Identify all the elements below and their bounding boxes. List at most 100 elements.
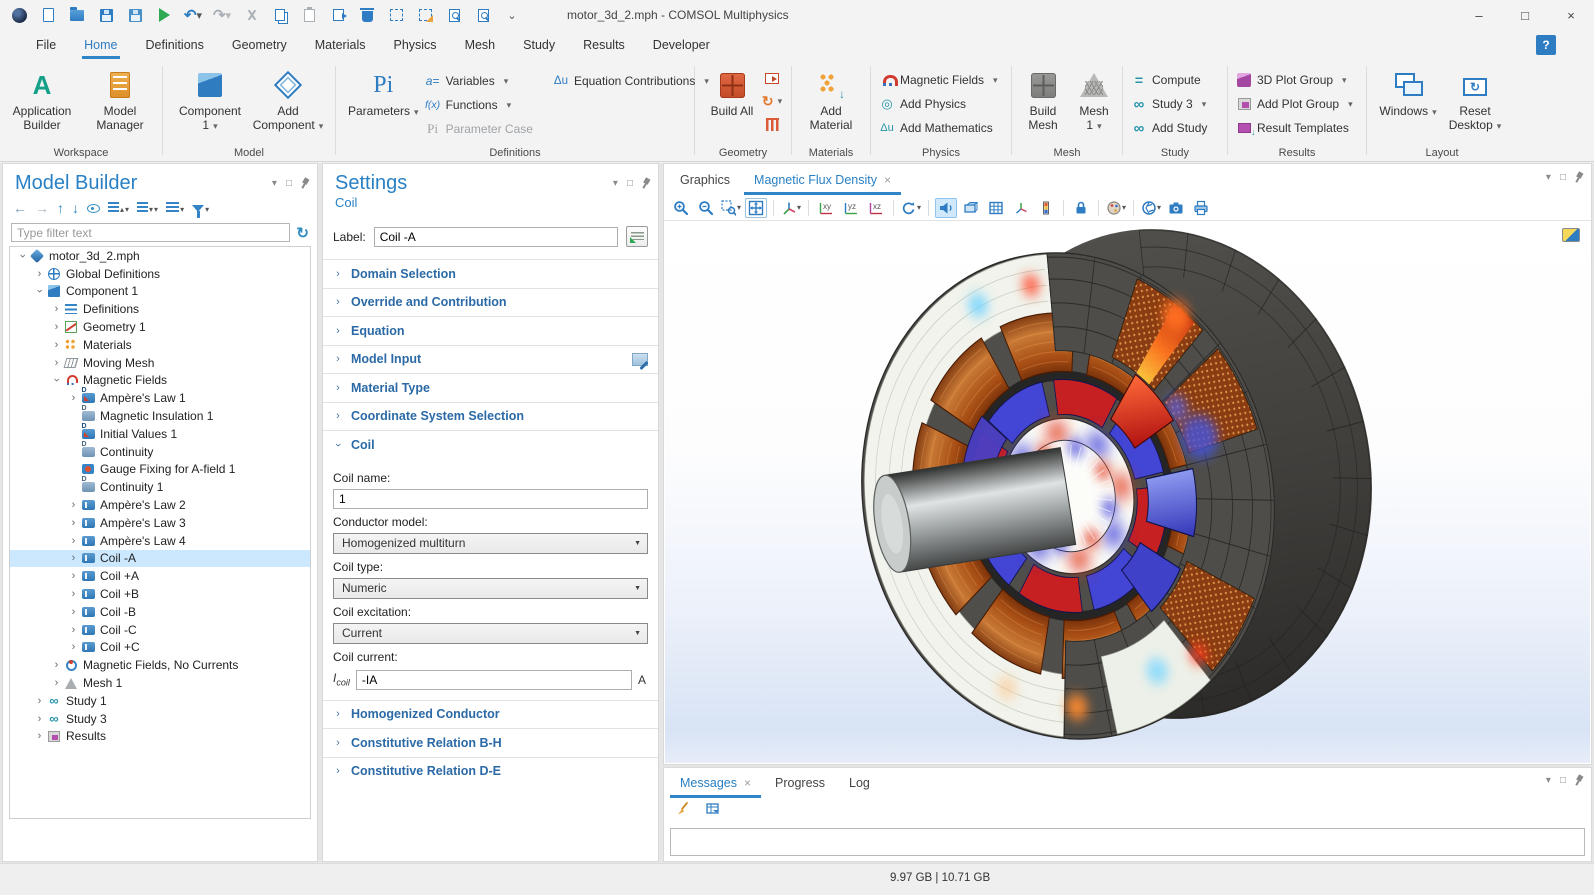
section-override-contribution[interactable]: ›Override and Contribution bbox=[323, 288, 658, 317]
delete-icon[interactable] bbox=[356, 4, 378, 26]
chevron-icon[interactable]: › bbox=[17, 249, 29, 262]
tree-item-coil-plus-b[interactable]: ›Coil +B bbox=[10, 585, 310, 603]
plot-thumbnail-icon[interactable] bbox=[1562, 228, 1580, 242]
model-manager-button[interactable]: Model Manager bbox=[82, 64, 158, 144]
filter-icon[interactable]: ▾ bbox=[192, 200, 209, 217]
tree-item-geometry-1[interactable]: ›Geometry 1 bbox=[10, 318, 310, 336]
label-input[interactable] bbox=[374, 227, 618, 247]
save-search-icon[interactable] bbox=[124, 4, 146, 26]
tree-item-amperes-law-1[interactable]: ›Ampère's Law 1 bbox=[10, 389, 310, 407]
parameters-button[interactable]: Pi Parameters bbox=[348, 64, 419, 144]
snapshot-icon[interactable] bbox=[1165, 198, 1187, 218]
box-select-icon[interactable] bbox=[385, 4, 407, 26]
coil-name-input[interactable] bbox=[333, 489, 648, 509]
tree-item-component-1[interactable]: ›Component 1 bbox=[10, 283, 310, 301]
add-material-button[interactable]: Add Material bbox=[798, 64, 864, 144]
3d-plot-group-button[interactable]: 3D Plot Group bbox=[1232, 70, 1362, 90]
chevron-icon[interactable]: › bbox=[50, 357, 63, 369]
conductor-model-select[interactable]: Homogenized multiturn bbox=[333, 533, 648, 554]
minimize-button[interactable]: – bbox=[1456, 0, 1502, 30]
tree-item-continuity[interactable]: Continuity bbox=[10, 443, 310, 461]
float-panel-icon[interactable]: □ bbox=[627, 178, 633, 189]
result-templates-button[interactable]: Result Templates bbox=[1232, 118, 1362, 138]
chevron-icon[interactable]: › bbox=[33, 695, 46, 707]
messages-output[interactable] bbox=[670, 828, 1585, 856]
add-physics-button[interactable]: ◎ Add Physics bbox=[875, 94, 1007, 114]
chevron-icon[interactable]: › bbox=[67, 570, 80, 582]
chevron-icon[interactable]: › bbox=[67, 535, 80, 547]
menu-tab-geometry[interactable]: Geometry bbox=[218, 30, 301, 60]
application-builder-button[interactable]: A Application Builder bbox=[4, 64, 80, 144]
tree-item-results[interactable]: ›Results bbox=[10, 728, 310, 746]
float-panel-icon[interactable]: □ bbox=[1560, 172, 1566, 183]
tree-item-coil-minus-a[interactable]: ›Coil -A bbox=[10, 550, 310, 568]
section-constitutive-bh[interactable]: ›Constitutive Relation B-H bbox=[323, 728, 658, 757]
parameter-case-button[interactable]: Pi Parameter Case bbox=[421, 119, 537, 139]
menu-tab-mesh[interactable]: Mesh bbox=[451, 30, 510, 60]
section-domain-selection[interactable]: ›Domain Selection bbox=[323, 259, 658, 288]
tree-item-gauge-fixing[interactable]: Gauge Fixing for A-field 1 bbox=[10, 461, 310, 479]
section-homogenized-conductor[interactable]: ›Homogenized Conductor bbox=[323, 700, 658, 729]
panel-menu-icon[interactable]: ▾ bbox=[272, 178, 277, 189]
clear-messages-icon[interactable] bbox=[672, 799, 694, 819]
lock-axes-icon[interactable] bbox=[1070, 198, 1092, 218]
partition-icon[interactable] bbox=[762, 114, 782, 134]
functions-button[interactable]: f(x) Functions bbox=[421, 95, 537, 115]
panel-menu-icon[interactable]: ▾ bbox=[1546, 172, 1551, 183]
menu-tab-file[interactable]: File bbox=[22, 30, 70, 60]
chevron-icon[interactable]: › bbox=[67, 641, 80, 653]
save-icon[interactable] bbox=[95, 4, 117, 26]
build-mesh-button[interactable]: Build Mesh bbox=[1017, 64, 1069, 144]
chevron-icon[interactable]: › bbox=[67, 624, 80, 636]
tree-item-materials[interactable]: ›Materials bbox=[10, 336, 310, 354]
graphics-viewport[interactable] bbox=[665, 222, 1590, 763]
chevron-icon[interactable]: › bbox=[67, 588, 80, 600]
chevron-icon[interactable]: › bbox=[50, 659, 63, 671]
tree-item-study-1[interactable]: ›∞Study 1 bbox=[10, 692, 310, 710]
tree-item-root[interactable]: ›motor_3d_2.mph bbox=[10, 247, 310, 265]
rebuild-icon[interactable]: ↻ bbox=[762, 91, 782, 111]
add-mathematics-button[interactable]: Δu Add Mathematics bbox=[875, 118, 1007, 138]
float-panel-icon[interactable]: □ bbox=[1560, 775, 1566, 786]
pin-icon[interactable] bbox=[1573, 171, 1585, 185]
show-icon[interactable] bbox=[87, 201, 100, 215]
tree-item-amperes-law-3[interactable]: ›Ampère's Law 3 bbox=[10, 514, 310, 532]
zoom-extents-icon[interactable] bbox=[745, 198, 767, 218]
coil-type-select[interactable]: Numeric bbox=[333, 578, 648, 599]
tree-item-coil-minus-c[interactable]: ›Coil -C bbox=[10, 621, 310, 639]
pin-icon[interactable] bbox=[299, 177, 311, 191]
forward-icon[interactable]: → bbox=[35, 201, 49, 215]
back-icon[interactable]: ← bbox=[13, 201, 27, 215]
build-all-button[interactable]: Build All bbox=[704, 64, 760, 144]
rename-button[interactable] bbox=[626, 226, 648, 247]
import-geometry-icon[interactable] bbox=[762, 68, 782, 88]
chevron-icon[interactable]: › bbox=[67, 517, 80, 529]
chevron-icon[interactable]: › bbox=[51, 374, 63, 387]
compute-button[interactable]: = Compute bbox=[1127, 70, 1223, 90]
paste-icon[interactable] bbox=[298, 4, 320, 26]
tree-item-mesh-1[interactable]: ›Mesh 1 bbox=[10, 674, 310, 692]
tab-progress[interactable]: Progress bbox=[763, 768, 837, 798]
scene-rendering-icon[interactable] bbox=[960, 198, 982, 218]
move-down-icon[interactable]: ↓ bbox=[72, 201, 79, 215]
pin-icon[interactable] bbox=[1573, 774, 1585, 788]
collapse-up-icon[interactable]: ▴▾ bbox=[108, 200, 129, 217]
menu-tab-definitions[interactable]: Definitions bbox=[132, 30, 218, 60]
add-plot-group-button[interactable]: Add Plot Group bbox=[1232, 94, 1362, 114]
default-view-icon[interactable]: ▾ bbox=[780, 198, 802, 218]
reset-desktop-button[interactable]: ↻ Reset Desktop bbox=[1442, 64, 1508, 144]
tree-item-coil-plus-c[interactable]: ›Coil +C bbox=[10, 639, 310, 657]
tree-item-initial-values-1[interactable]: Initial Values 1 bbox=[10, 425, 310, 443]
chevron-icon[interactable]: › bbox=[50, 303, 63, 315]
node-text-icon[interactable]: ▾ bbox=[166, 200, 184, 217]
tree-item-magnetic-insulation-1[interactable]: Magnetic Insulation 1 bbox=[10, 407, 310, 425]
color-legend-icon[interactable] bbox=[1035, 198, 1057, 218]
chevron-icon[interactable]: › bbox=[67, 552, 80, 564]
tree-item-moving-mesh[interactable]: ›Moving Mesh bbox=[10, 354, 310, 372]
view-xz-icon[interactable]: xz bbox=[865, 198, 887, 218]
panel-menu-icon[interactable]: ▾ bbox=[1546, 775, 1551, 786]
panel-menu-icon[interactable]: ▾ bbox=[613, 178, 618, 189]
grid-icon[interactable] bbox=[985, 198, 1007, 218]
tree-item-continuity-1[interactable]: Continuity 1 bbox=[10, 478, 310, 496]
chevron-icon[interactable]: › bbox=[33, 730, 46, 742]
